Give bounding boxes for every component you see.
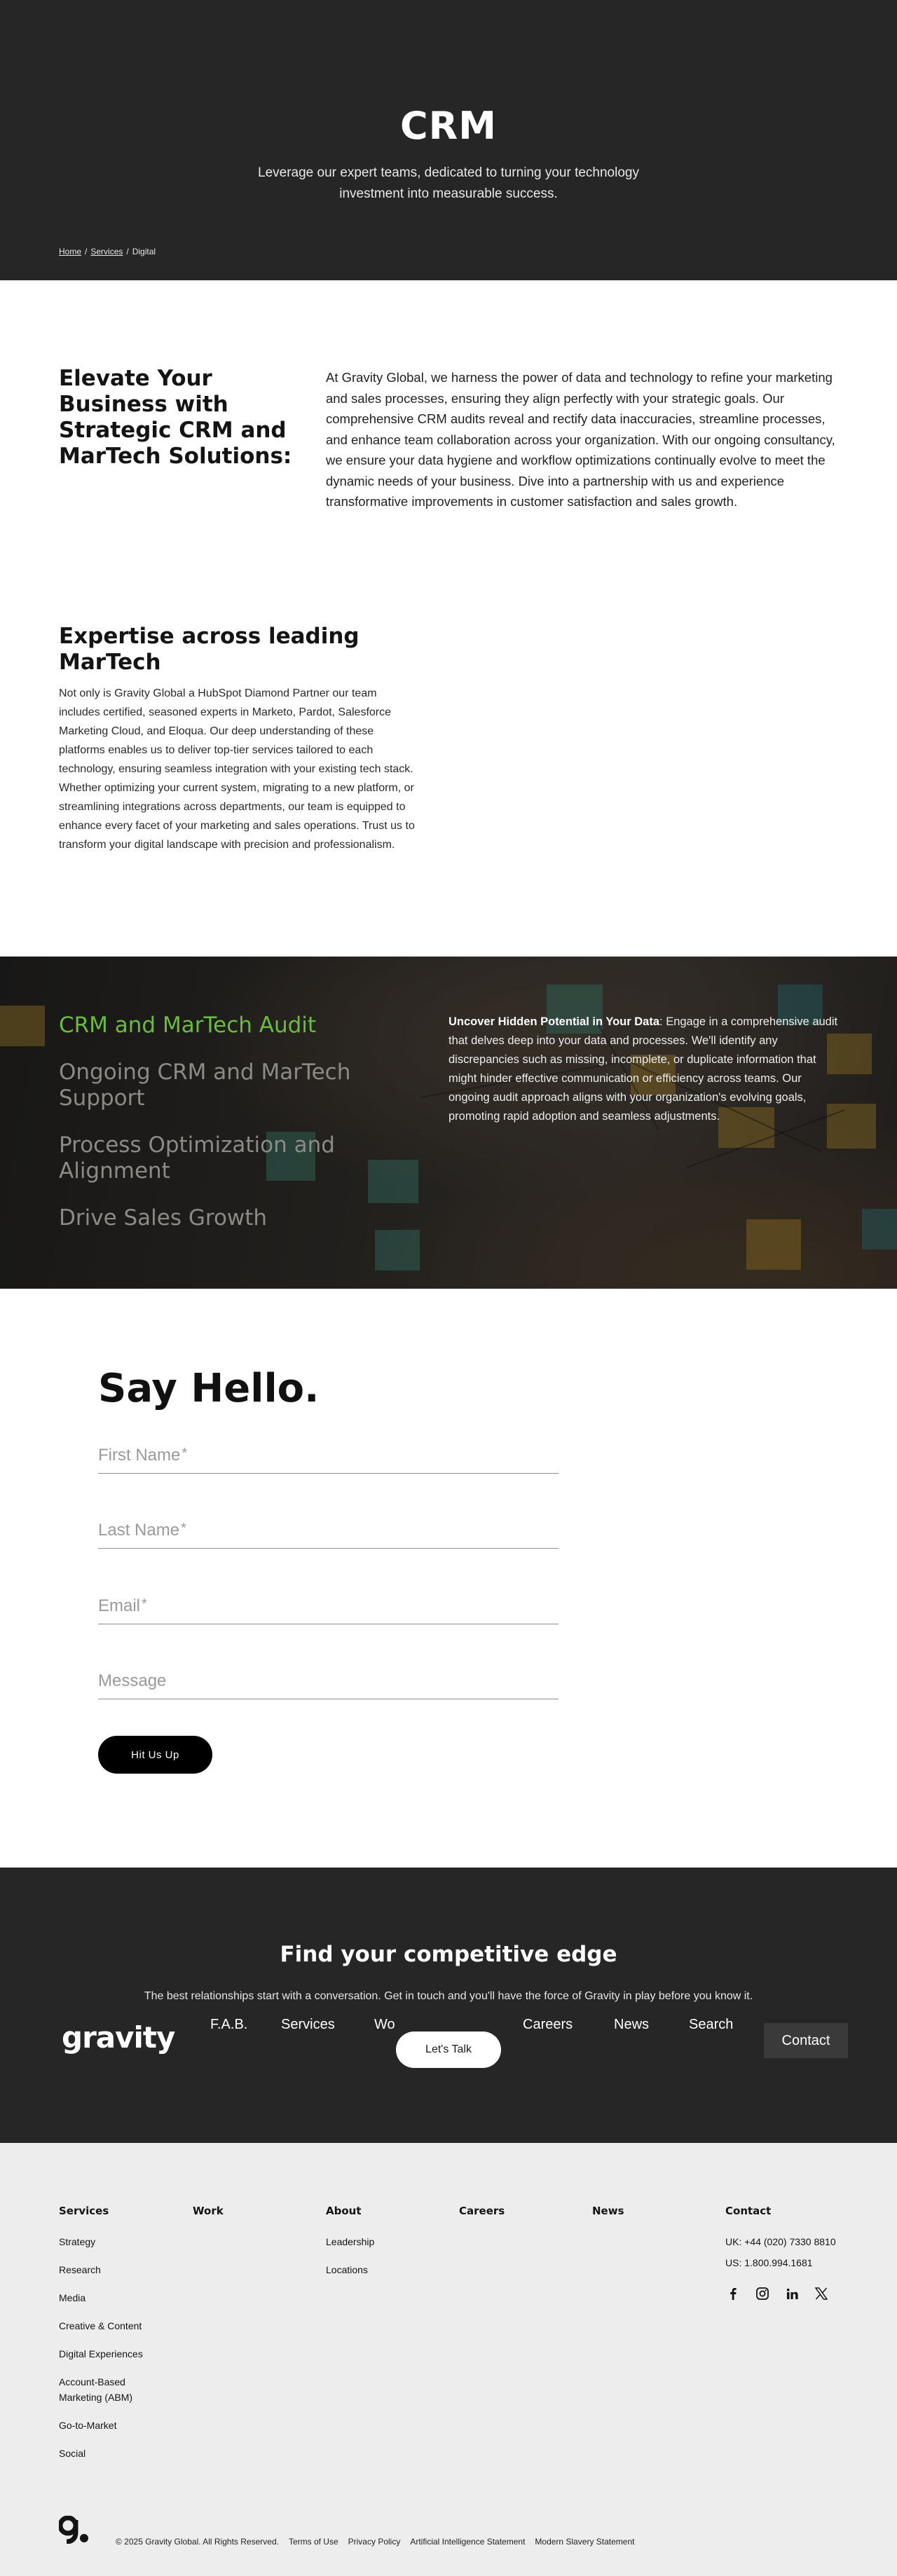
footer-link[interactable]: Social bbox=[59, 2446, 171, 2461]
nav-item-fab[interactable]: F.A.B. bbox=[210, 2017, 247, 2033]
breadcrumb-separator: / bbox=[126, 247, 129, 256]
gravity-logo[interactable]: gravity bbox=[62, 2020, 175, 2055]
nav-item-careers[interactable]: Careers bbox=[523, 2017, 573, 2033]
footer-legal-bar: © 2025 Gravity Global. All Rights Reserv… bbox=[116, 2537, 635, 2547]
first-name-field[interactable]: First Name * bbox=[98, 1443, 559, 1474]
footer-work-column: Work bbox=[193, 2205, 224, 2234]
audit-detail-body: : Engage in a comprehensive audit that d… bbox=[448, 1015, 838, 1123]
footer-news-heading[interactable]: News bbox=[592, 2205, 624, 2217]
elevate-heading: Elevate Your Business with Strategic CRM… bbox=[59, 366, 292, 469]
hero-subtitle: Leverage our expert teams, dedicated to … bbox=[258, 165, 639, 201]
footer-link[interactable]: Digital Experiences bbox=[59, 2346, 171, 2362]
nav-item-services[interactable]: Services bbox=[281, 2017, 335, 2033]
footer-link[interactable]: Account-Based Marketing (ABM) bbox=[59, 2374, 157, 2405]
submit-button[interactable]: Hit Us Up bbox=[98, 1736, 212, 1774]
footer-services-heading[interactable]: Services bbox=[59, 2205, 171, 2217]
expertise-section: Expertise across leading MarTech Not onl… bbox=[0, 596, 897, 957]
gravity-mark-logo[interactable] bbox=[57, 2515, 90, 2547]
audit-detail-title: Uncover Hidden Potential in Your Data bbox=[448, 1015, 660, 1028]
footer-contact-column: Contact UK: +44 (020) 7330 8810 US: 1.80… bbox=[725, 2205, 865, 2301]
email-label: Email bbox=[98, 1596, 141, 1615]
site-footer: Services Strategy Research Media Creativ… bbox=[0, 2143, 897, 2576]
footer-careers-column: Careers bbox=[459, 2205, 505, 2234]
us-phone[interactable]: US: 1.800.994.1681 bbox=[725, 2255, 865, 2270]
footer-link[interactable]: Go-to-Market bbox=[59, 2418, 171, 2433]
required-mark: * bbox=[182, 1446, 188, 1461]
message-field[interactable]: Message bbox=[98, 1669, 559, 1699]
cta-heading: Find your competitive edge bbox=[280, 1942, 617, 1967]
nav-item-work[interactable]: Wo bbox=[374, 2017, 395, 2033]
page-title: CRM bbox=[400, 104, 497, 148]
footer-work-heading[interactable]: Work bbox=[193, 2205, 224, 2217]
modern-slavery-link[interactable]: Modern Slavery Statement bbox=[535, 2537, 634, 2547]
tab-ongoing-support[interactable]: Ongoing CRM and MarTech Support bbox=[59, 1060, 395, 1111]
footer-link[interactable]: Research bbox=[59, 2262, 171, 2277]
cta-body: The best relationships start with a conv… bbox=[144, 1990, 753, 2002]
email-field[interactable]: Email * bbox=[98, 1594, 559, 1624]
footer-link[interactable]: Creative & Content bbox=[59, 2318, 171, 2334]
footer-about-column: About Leadership Locations bbox=[326, 2205, 374, 2290]
required-mark: * bbox=[181, 1521, 186, 1536]
elevate-section: Elevate Your Business with Strategic CRM… bbox=[0, 280, 897, 596]
facebook-icon[interactable] bbox=[725, 2286, 741, 2301]
services-tabs-section: CRM and MarTech Audit Ongoing CRM and Ma… bbox=[0, 957, 897, 1289]
message-label: Message bbox=[98, 1671, 167, 1690]
terms-link[interactable]: Terms of Use bbox=[289, 2537, 338, 2547]
copyright-text: © 2025 Gravity Global. All Rights Reserv… bbox=[116, 2537, 279, 2547]
instagram-icon[interactable] bbox=[755, 2286, 770, 2301]
first-name-label: First Name bbox=[98, 1446, 181, 1465]
nav-item-news[interactable]: News bbox=[614, 2017, 649, 2033]
hero-section: CRM Leverage our expert teams, dedicated… bbox=[0, 0, 897, 280]
nav-item-search[interactable]: Search bbox=[689, 2017, 733, 2033]
expertise-heading: Expertise across leading MarTech bbox=[59, 624, 360, 675]
cta-section: Find your competitive edge The best rela… bbox=[0, 1868, 897, 2143]
lets-talk-button[interactable]: Let's Talk bbox=[396, 2032, 501, 2068]
footer-about-heading[interactable]: About bbox=[326, 2205, 374, 2217]
footer-link[interactable]: Locations bbox=[326, 2262, 374, 2277]
tab-drive-sales-growth[interactable]: Drive Sales Growth bbox=[59, 1205, 395, 1231]
last-name-field[interactable]: Last Name * bbox=[98, 1518, 559, 1549]
contact-heading: Say Hello. bbox=[98, 1366, 320, 1411]
last-name-label: Last Name bbox=[98, 1521, 180, 1540]
footer-news-column: News bbox=[592, 2205, 624, 2234]
uk-phone[interactable]: UK: +44 (020) 7330 8810 bbox=[725, 2234, 865, 2249]
footer-link[interactable]: Leadership bbox=[326, 2234, 374, 2249]
footer-contact-heading[interactable]: Contact bbox=[725, 2205, 865, 2217]
breadcrumb: Home / Services / Digital bbox=[59, 247, 156, 256]
breadcrumb-home[interactable]: Home bbox=[59, 247, 81, 256]
elevate-body: At Gravity Global, we harness the power … bbox=[326, 370, 835, 509]
breadcrumb-separator: / bbox=[85, 247, 88, 256]
privacy-link[interactable]: Privacy Policy bbox=[348, 2537, 401, 2547]
tab-process-optimization[interactable]: Process Optimization and Alignment bbox=[59, 1132, 395, 1184]
required-mark: * bbox=[142, 1596, 147, 1612]
audit-tab-detail: Uncover Hidden Potential in Your Data: E… bbox=[448, 1013, 844, 1126]
social-links bbox=[725, 2286, 865, 2301]
breadcrumb-current: Digital bbox=[132, 247, 156, 256]
audit-tab-list: CRM and MarTech Audit Ongoing CRM and Ma… bbox=[59, 1013, 395, 1231]
contact-form-section: Say Hello. First Name * Last Name * Email *… bbox=[0, 1289, 897, 1868]
expertise-body: Not only is Gravity Global a HubSpot Dia… bbox=[59, 687, 415, 851]
breadcrumb-services[interactable]: Services bbox=[90, 247, 123, 256]
linkedin-icon[interactable] bbox=[784, 2286, 800, 2301]
footer-link[interactable]: Strategy bbox=[59, 2234, 171, 2249]
x-icon[interactable] bbox=[814, 2286, 829, 2301]
footer-link[interactable]: Media bbox=[59, 2290, 171, 2306]
tab-crm-martech-audit[interactable]: CRM and MarTech Audit bbox=[59, 1013, 395, 1039]
footer-services-column: Services Strategy Research Media Creativ… bbox=[59, 2205, 171, 2474]
contact-nav-button[interactable]: Contact bbox=[764, 2023, 848, 2058]
ai-statement-link[interactable]: Artificial Intelligence Statement bbox=[410, 2537, 525, 2547]
footer-careers-heading[interactable]: Careers bbox=[459, 2205, 505, 2217]
